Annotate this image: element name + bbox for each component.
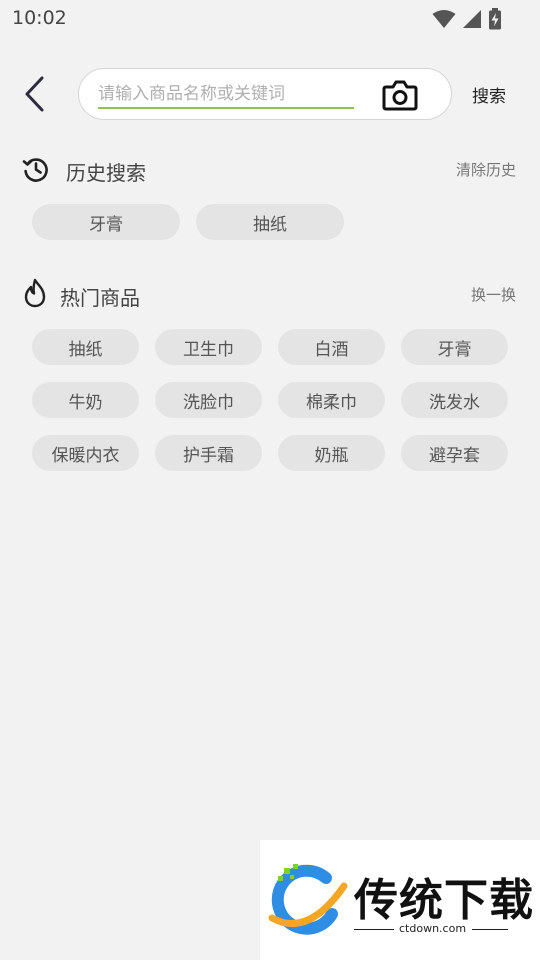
camera-button[interactable] bbox=[382, 77, 418, 113]
hot-chip[interactable]: 牛奶 bbox=[32, 382, 139, 418]
hot-chip[interactable]: 牙膏 bbox=[401, 329, 508, 365]
hot-chip[interactable]: 护手霜 bbox=[155, 435, 262, 471]
search-box bbox=[78, 68, 452, 120]
wifi-icon bbox=[432, 10, 456, 28]
hot-chip[interactable]: 避孕套 bbox=[401, 435, 508, 471]
watermark-brand: 传统下载 bbox=[354, 875, 534, 926]
hot-chip[interactable]: 洗发水 bbox=[401, 382, 508, 418]
status-bar: 10:02 bbox=[0, 0, 540, 38]
hot-chip[interactable]: 白酒 bbox=[278, 329, 385, 365]
hot-chip[interactable]: 奶瓶 bbox=[278, 435, 385, 471]
back-button[interactable] bbox=[18, 74, 52, 114]
hot-chip[interactable]: 保暖内衣 bbox=[32, 435, 139, 471]
history-icon bbox=[22, 155, 50, 183]
refresh-button[interactable]: 换一换 bbox=[471, 284, 516, 305]
search-button[interactable]: 搜索 bbox=[472, 82, 506, 107]
watermark-divider bbox=[354, 929, 394, 930]
hot-chip[interactable]: 洗脸巾 bbox=[155, 382, 262, 418]
status-time: 10:02 bbox=[12, 7, 67, 29]
search-input[interactable] bbox=[98, 81, 354, 109]
battery-charging-icon bbox=[489, 8, 501, 30]
chevron-left-icon bbox=[25, 76, 44, 112]
ctdown-logo-icon bbox=[268, 864, 348, 935]
watermark-url: ctdown.com bbox=[399, 922, 467, 935]
search-header: 搜索 bbox=[0, 60, 540, 130]
hot-chip[interactable]: 抽纸 bbox=[32, 329, 139, 365]
camera-icon bbox=[382, 80, 418, 111]
history-title: 历史搜索 bbox=[66, 161, 146, 185]
signal-icon bbox=[463, 10, 481, 28]
hot-section-header: 热门商品 换一换 bbox=[0, 277, 540, 311]
history-section-header: 历史搜索 清除历史 bbox=[0, 152, 540, 186]
clear-history-button[interactable]: 清除历史 bbox=[456, 159, 516, 180]
hot-title: 热门商品 bbox=[60, 286, 140, 310]
status-icons bbox=[432, 8, 502, 30]
hot-chip[interactable]: 棉柔巾 bbox=[278, 382, 385, 418]
history-chip[interactable]: 牙膏 bbox=[32, 204, 180, 240]
watermark-divider bbox=[472, 929, 508, 930]
hot-chip[interactable]: 卫生巾 bbox=[155, 329, 262, 365]
flame-icon bbox=[22, 278, 50, 308]
history-chip[interactable]: 抽纸 bbox=[196, 204, 344, 240]
ctdown-watermark: 传统下载 ctdown.com bbox=[260, 840, 540, 960]
